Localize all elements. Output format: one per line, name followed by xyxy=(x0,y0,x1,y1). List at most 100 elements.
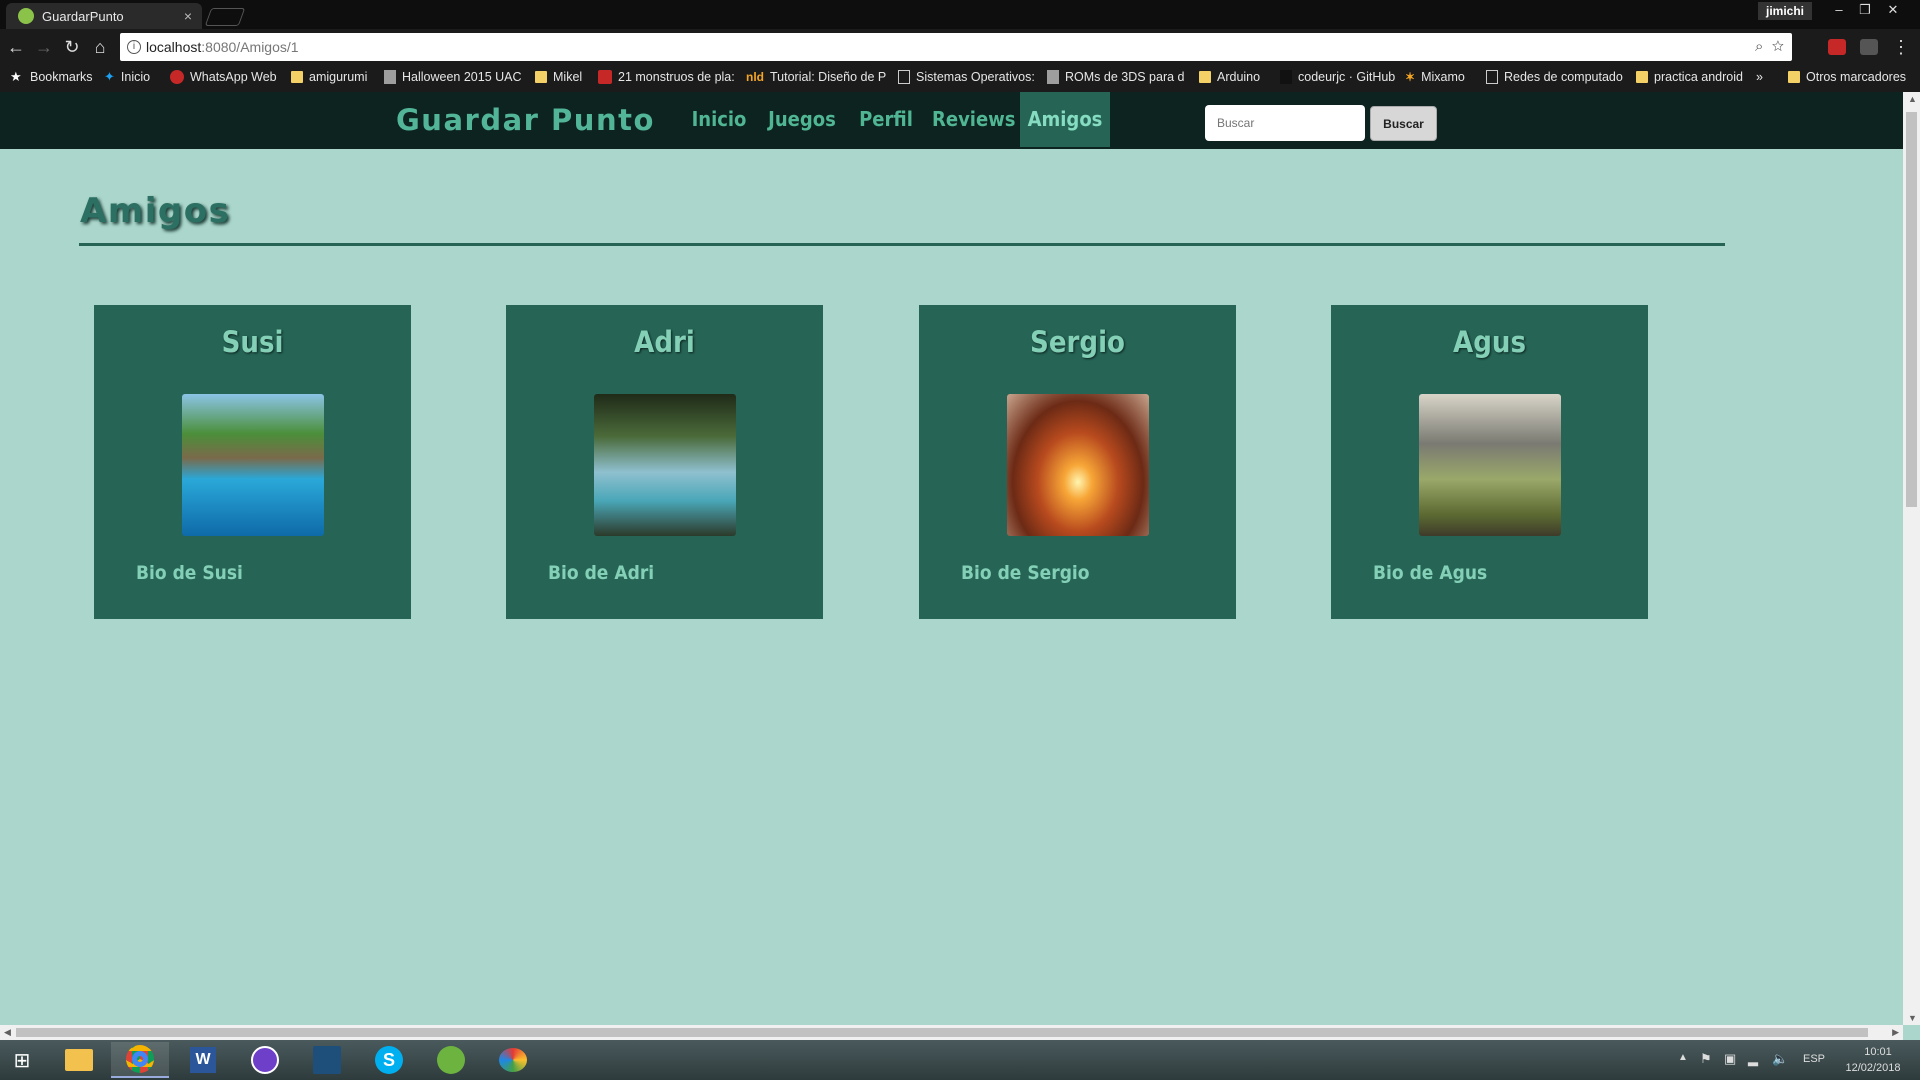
volume-icon[interactable]: 🔈 xyxy=(1772,1051,1788,1067)
nav-reviews[interactable]: Reviews xyxy=(932,92,1016,147)
friend-card[interactable]: Sergio Bio de Sergio xyxy=(919,305,1236,619)
bookmark-item[interactable]: ROMs de 3DS para d xyxy=(1047,70,1185,84)
bookmark-item[interactable]: WhatsApp Web xyxy=(170,70,277,84)
tropical-beach-tree-photo[interactable] xyxy=(594,394,736,536)
new-tab-button[interactable] xyxy=(204,8,246,26)
bookmark-item[interactable]: Sistemas Operativos: xyxy=(898,70,1035,84)
horizontal-scroll-thumb[interactable] xyxy=(16,1028,1868,1037)
browser-tab-strip: GuardarPunto × jimichi – ❐ ✕ xyxy=(0,0,1920,29)
bookmark-item[interactable]: codeurjc · GitHub xyxy=(1280,70,1395,84)
site-favicon-icon xyxy=(18,8,34,24)
browser-menu-icon[interactable]: ⋮ xyxy=(1889,35,1913,59)
friend-name[interactable]: Sergio xyxy=(919,325,1236,359)
vertical-scroll-thumb[interactable] xyxy=(1906,112,1917,507)
site-navbar: Guardar Punto Inicio Juegos Perfil Revie… xyxy=(0,92,1903,149)
bookmark-item[interactable]: Halloween 2015 UAC xyxy=(384,70,522,84)
nav-inicio[interactable]: Inicio xyxy=(690,92,748,147)
friend-bio: Bio de Susi xyxy=(136,562,243,584)
twitter-icon: ✦ xyxy=(104,69,115,84)
clock-time[interactable]: 10:01 xyxy=(1848,1046,1908,1058)
file-explorer-icon[interactable] xyxy=(50,1042,108,1078)
address-bar[interactable]: i localhost:8080/Amigos/1 ⌕ ☆ xyxy=(120,33,1792,61)
tray-overflow-icon[interactable]: ▲ xyxy=(1678,1052,1688,1063)
profile-user-badge[interactable]: jimichi xyxy=(1757,2,1812,20)
bookmark-item[interactable]: Mikel xyxy=(535,70,582,84)
bookmark-star-icon[interactable]: ☆ xyxy=(1772,38,1784,55)
adblock-extension-icon[interactable] xyxy=(1828,39,1846,55)
folder-icon xyxy=(1788,71,1800,83)
page-icon xyxy=(898,70,910,84)
horizontal-scrollbar[interactable]: ◀ ▶ xyxy=(0,1025,1903,1040)
back-icon[interactable]: ← xyxy=(4,35,28,59)
nav-amigos[interactable]: Amigos xyxy=(1020,92,1110,147)
clock-date[interactable]: 12/02/2018 xyxy=(1838,1062,1908,1074)
scroll-up-icon[interactable]: ▲ xyxy=(1908,94,1917,104)
scroll-left-icon[interactable]: ◀ xyxy=(4,1027,11,1038)
friend-card[interactable]: Susi Bio de Susi xyxy=(94,305,411,619)
other-bookmarks[interactable]: Otros marcadores xyxy=(1788,70,1906,84)
url-host: localhost xyxy=(146,39,202,55)
page-icon xyxy=(384,70,396,84)
scroll-right-icon[interactable]: ▶ xyxy=(1892,1027,1899,1038)
sunset-rock-arch-photo[interactable] xyxy=(1007,394,1149,536)
paint-icon[interactable] xyxy=(484,1042,542,1078)
reload-icon[interactable]: ↻ xyxy=(60,35,84,59)
zoom-icon[interactable]: ⌕ xyxy=(1755,38,1763,55)
home-icon[interactable]: ⌂ xyxy=(88,35,112,59)
country-road-clouds-photo[interactable] xyxy=(1419,394,1561,536)
site-brand[interactable]: Guardar Punto xyxy=(396,103,655,137)
friend-name[interactable]: Susi xyxy=(94,325,411,359)
folder-icon xyxy=(1199,71,1211,83)
network-icon[interactable]: ▣ xyxy=(1724,1051,1736,1067)
bookmark-item[interactable]: ✦ Inicio xyxy=(104,69,150,85)
language-indicator[interactable]: ESP xyxy=(1803,1053,1825,1065)
mysql-workbench-icon[interactable] xyxy=(298,1042,356,1078)
red-site-icon xyxy=(598,70,612,84)
whatsapp-icon xyxy=(170,70,184,84)
bookmark-item[interactable]: ✶ Mixamo xyxy=(1405,70,1465,84)
windows-taskbar: ⊞ W S ▲ ⚑ ▣ ▂ 🔈 ESP 10:01 12/02/2018 xyxy=(0,1040,1920,1080)
forward-icon[interactable]: → xyxy=(32,35,56,59)
friend-card[interactable]: Agus Bio de Agus xyxy=(1331,305,1648,619)
bookmark-item[interactable]: nld Tutorial: Diseño de P xyxy=(746,70,886,84)
word-icon[interactable]: W xyxy=(174,1042,232,1078)
friend-name[interactable]: Agus xyxy=(1331,325,1648,359)
close-window-icon[interactable]: ✕ xyxy=(1880,0,1906,20)
search-input[interactable] xyxy=(1205,105,1365,141)
scroll-down-icon[interactable]: ▼ xyxy=(1908,1013,1917,1023)
browser-tab[interactable]: GuardarPunto × xyxy=(6,3,202,29)
bookmark-item[interactable]: practica android xyxy=(1636,70,1743,84)
page-title: Amigos xyxy=(80,191,231,231)
star-icon: ★ xyxy=(10,69,22,84)
bookmarks-overflow-button[interactable]: » xyxy=(1756,70,1763,84)
friend-bio: Bio de Agus xyxy=(1373,562,1488,584)
chrome-icon[interactable] xyxy=(111,1042,169,1078)
github-desktop-icon[interactable] xyxy=(236,1042,294,1078)
nav-perfil[interactable]: Perfil xyxy=(855,92,917,147)
action-center-flag-icon[interactable]: ⚑ xyxy=(1700,1051,1712,1067)
spring-tool-suite-icon[interactable] xyxy=(422,1042,480,1078)
bookmark-item[interactable]: Redes de computado xyxy=(1486,70,1623,84)
site-info-icon[interactable]: i xyxy=(127,40,141,54)
friend-card[interactable]: Adri Bio de Adri xyxy=(506,305,823,619)
bookmark-item[interactable]: ★ Bookmarks xyxy=(10,69,93,85)
skype-icon[interactable]: S xyxy=(360,1042,418,1078)
minimize-icon[interactable]: – xyxy=(1826,0,1852,20)
search-button[interactable]: Buscar xyxy=(1370,106,1437,141)
bookmark-item[interactable]: 21 monstruos de pla: xyxy=(598,70,735,84)
friend-bio: Bio de Adri xyxy=(548,562,655,584)
folder-icon xyxy=(291,71,303,83)
windows-start-icon[interactable]: ⊞ xyxy=(0,1042,44,1078)
tab-title: GuardarPunto xyxy=(42,8,124,24)
nav-juegos[interactable]: Juegos xyxy=(765,92,839,147)
restore-icon[interactable]: ❐ xyxy=(1852,0,1878,20)
waterfall-pool-photo[interactable] xyxy=(182,394,324,536)
omnibox-actions: ⌕ ☆ xyxy=(1755,33,1784,61)
close-tab-icon[interactable]: × xyxy=(184,8,192,24)
bookmark-item[interactable]: amigurumi xyxy=(291,70,367,84)
friend-name[interactable]: Adri xyxy=(506,325,823,359)
bookmark-item[interactable]: Arduino xyxy=(1199,70,1260,84)
extension-icon[interactable] xyxy=(1860,39,1878,55)
vertical-scrollbar[interactable]: ▲ ▼ xyxy=(1903,92,1920,1025)
signal-icon[interactable]: ▂ xyxy=(1748,1051,1758,1067)
